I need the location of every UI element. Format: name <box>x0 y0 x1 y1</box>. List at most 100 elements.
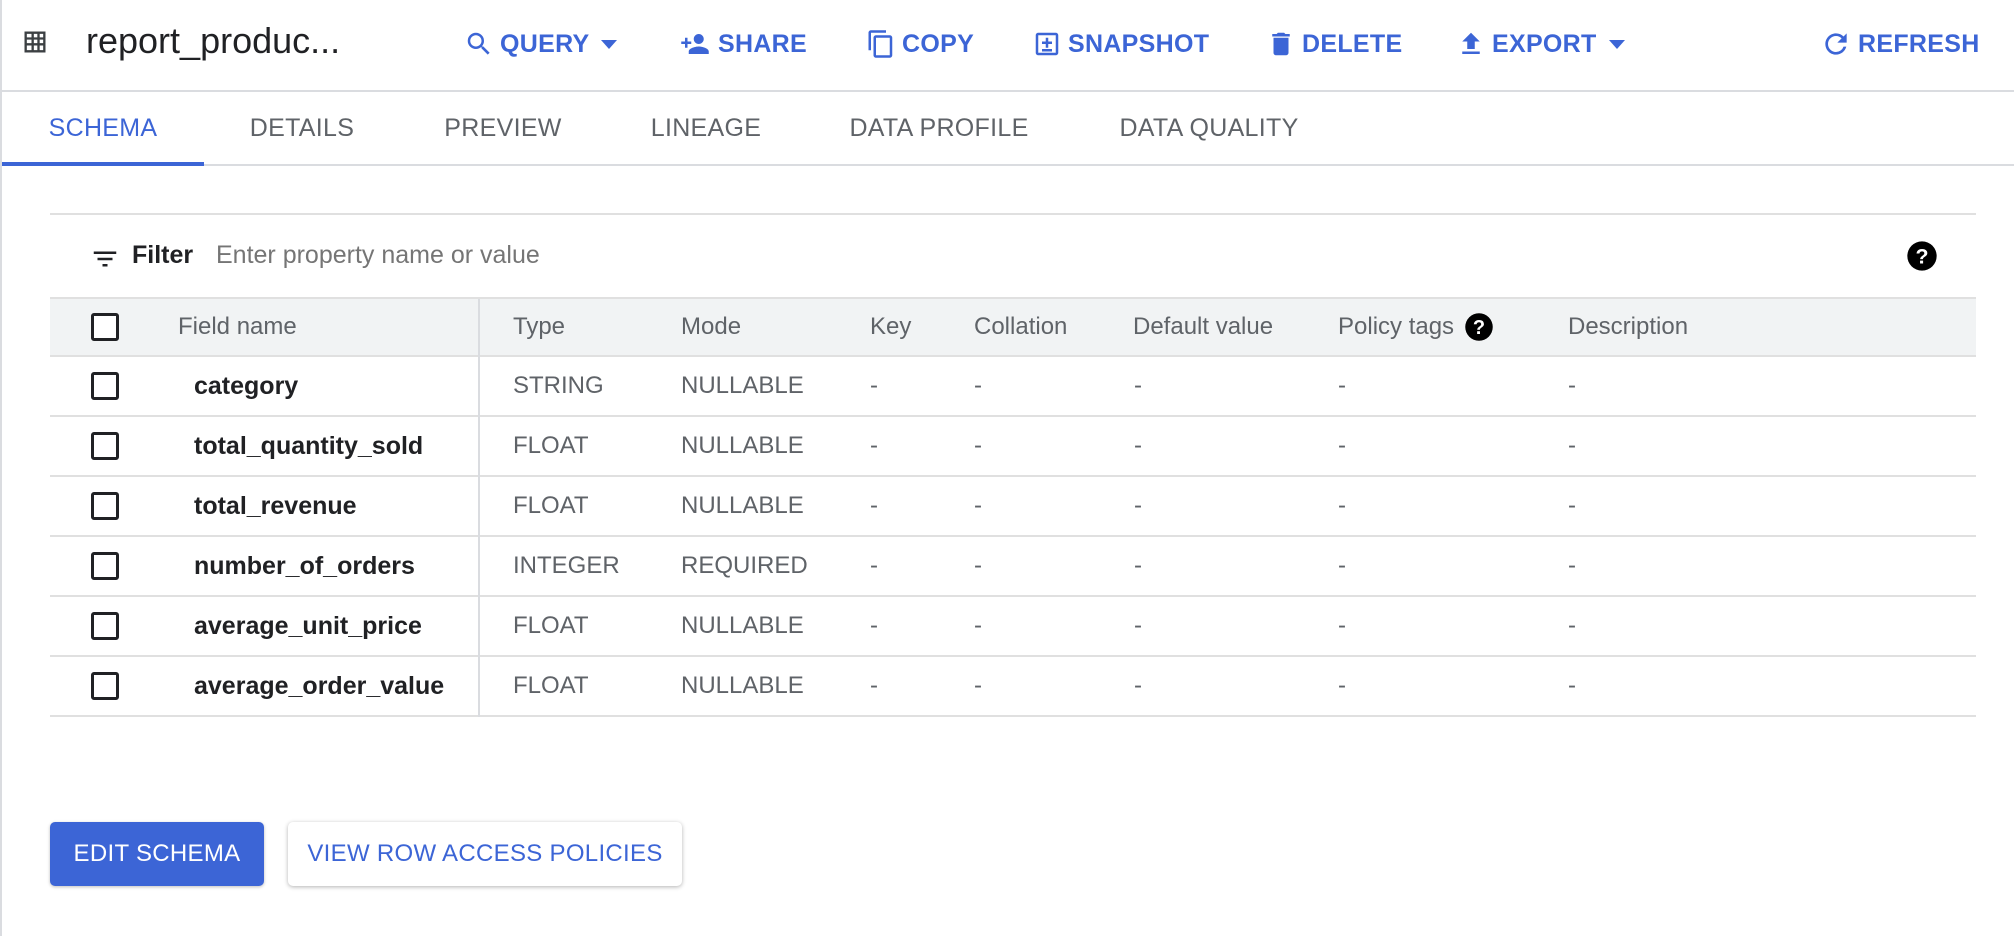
row-checkbox[interactable] <box>91 672 119 700</box>
table-row[interactable]: average_unit_price FLOAT NULLABLE - - - - - <box>50 597 1976 657</box>
key-cell: - <box>870 672 878 699</box>
query-button[interactable]: QUERY <box>464 24 618 64</box>
mode-cell: NULLABLE <box>681 612 804 639</box>
default-value-cell: - <box>1134 552 1142 579</box>
svg-text:?: ? <box>1473 317 1485 339</box>
snapshot-button[interactable]: SNAPSHOT <box>1032 24 1209 64</box>
mode-cell: REQUIRED <box>681 552 808 579</box>
description-cell: - <box>1568 612 1576 639</box>
field-name-cell: total_quantity_sold <box>194 431 424 460</box>
table-row[interactable]: total_quantity_sold FLOAT NULLABLE - - - - - <box>50 417 1976 477</box>
table-header-row: Field name Type Mode Key Collation Defau… <box>50 297 1976 357</box>
column-header-default-value: Default value <box>1133 313 1274 340</box>
tab-details[interactable]: DETAILS <box>224 92 380 164</box>
view-row-access-policies-button[interactable]: VIEW ROW ACCESS POLICIES <box>288 822 682 886</box>
copy-label: COPY <box>902 29 975 58</box>
filter-icon <box>93 251 117 267</box>
column-divider <box>478 357 480 417</box>
tab-schema[interactable]: SCHEMA <box>2 92 204 166</box>
column-divider <box>478 477 480 537</box>
snapshot-icon <box>1035 32 1059 56</box>
policy-tags-cell: - <box>1338 612 1346 639</box>
type-cell: FLOAT <box>513 432 589 459</box>
schema-table: Field name Type Mode Key Collation Defau… <box>50 297 1976 717</box>
type-cell: INTEGER <box>513 552 620 579</box>
column-divider <box>478 597 480 657</box>
table-icon <box>24 31 46 53</box>
policy-tags-cell: - <box>1338 432 1346 459</box>
mode-cell: NULLABLE <box>681 492 804 519</box>
refresh-icon <box>1825 33 1847 55</box>
tab-lineage[interactable]: LINEAGE <box>626 92 786 164</box>
field-name-cell: average_unit_price <box>194 611 422 640</box>
default-value-cell: - <box>1134 372 1142 399</box>
tab-data-quality[interactable]: DATA QUALITY <box>1096 92 1322 164</box>
collation-cell: - <box>974 612 982 639</box>
default-value-cell: - <box>1134 612 1142 639</box>
search-icon <box>467 32 490 55</box>
table-title: report_produc... <box>86 20 341 61</box>
row-checkbox[interactable] <box>91 432 119 460</box>
share-label: SHARE <box>718 29 808 58</box>
collation-cell: - <box>974 372 982 399</box>
delete-label: DELETE <box>1302 29 1403 58</box>
chevron-down-icon <box>1608 39 1625 49</box>
filter-input[interactable] <box>216 237 1716 273</box>
refresh-button[interactable]: REFRESH <box>1820 24 1980 64</box>
key-cell: - <box>870 552 878 579</box>
policy-tags-cell: - <box>1338 552 1346 579</box>
default-value-cell: - <box>1134 672 1142 699</box>
column-header-type: Type <box>513 313 566 340</box>
trash-icon <box>1272 32 1290 56</box>
table-row[interactable]: total_revenue FLOAT NULLABLE - - - - - <box>50 477 1976 537</box>
query-label: QUERY <box>500 29 590 58</box>
upload-icon <box>1462 32 1480 54</box>
default-value-cell: - <box>1134 492 1142 519</box>
select-all-checkbox[interactable] <box>91 313 119 341</box>
table-row[interactable]: category STRING NULLABLE - - - - - <box>50 357 1976 417</box>
snapshot-label: SNAPSHOT <box>1068 29 1210 58</box>
export-button[interactable]: EXPORT <box>1456 24 1625 64</box>
row-checkbox[interactable] <box>91 612 119 640</box>
delete-button[interactable]: DELETE <box>1266 24 1402 64</box>
edit-schema-button[interactable]: EDIT SCHEMA <box>50 822 264 886</box>
type-cell: FLOAT <box>513 492 589 519</box>
mode-cell: NULLABLE <box>681 672 804 699</box>
help-icon[interactable]: ? <box>1906 240 1938 272</box>
help-icon[interactable]: ? <box>1464 312 1494 342</box>
person-add-icon <box>681 34 709 54</box>
type-cell: STRING <box>513 372 604 399</box>
row-checkbox[interactable] <box>91 492 119 520</box>
description-cell: - <box>1568 552 1576 579</box>
export-label: EXPORT <box>1492 29 1597 58</box>
collation-cell: - <box>974 492 982 519</box>
svg-text:?: ? <box>1915 244 1928 268</box>
type-cell: FLOAT <box>513 612 589 639</box>
key-cell: - <box>870 492 878 519</box>
column-header-policy-tags: Policy tags ? <box>1338 299 1494 355</box>
column-divider <box>478 657 480 717</box>
key-cell: - <box>870 432 878 459</box>
key-cell: - <box>870 372 878 399</box>
description-cell: - <box>1568 372 1576 399</box>
row-checkbox[interactable] <box>91 372 119 400</box>
share-button[interactable]: SHARE <box>678 24 807 64</box>
column-divider <box>478 537 480 597</box>
collation-cell: - <box>974 552 982 579</box>
row-checkbox[interactable] <box>91 552 119 580</box>
tab-data-profile[interactable]: DATA PROFILE <box>830 92 1048 164</box>
description-cell: - <box>1568 492 1576 519</box>
field-name-cell: category <box>194 371 299 400</box>
refresh-label: REFRESH <box>1858 29 1980 58</box>
column-divider <box>478 417 480 477</box>
type-cell: FLOAT <box>513 672 589 699</box>
tab-bar: SCHEMA DETAILS PREVIEW LINEAGE DATA PROF… <box>0 92 2014 166</box>
chevron-down-icon <box>601 39 618 49</box>
column-header-key: Key <box>870 313 912 340</box>
column-header-field-name: Field name <box>178 313 297 340</box>
filter-label: Filter <box>132 241 194 269</box>
copy-button[interactable]: COPY <box>866 24 974 64</box>
table-row[interactable]: number_of_orders INTEGER REQUIRED - - - - - <box>50 537 1976 597</box>
tab-preview[interactable]: PREVIEW <box>426 92 580 164</box>
table-row[interactable]: average_order_value FLOAT NULLABLE - - - - - <box>50 657 1976 717</box>
